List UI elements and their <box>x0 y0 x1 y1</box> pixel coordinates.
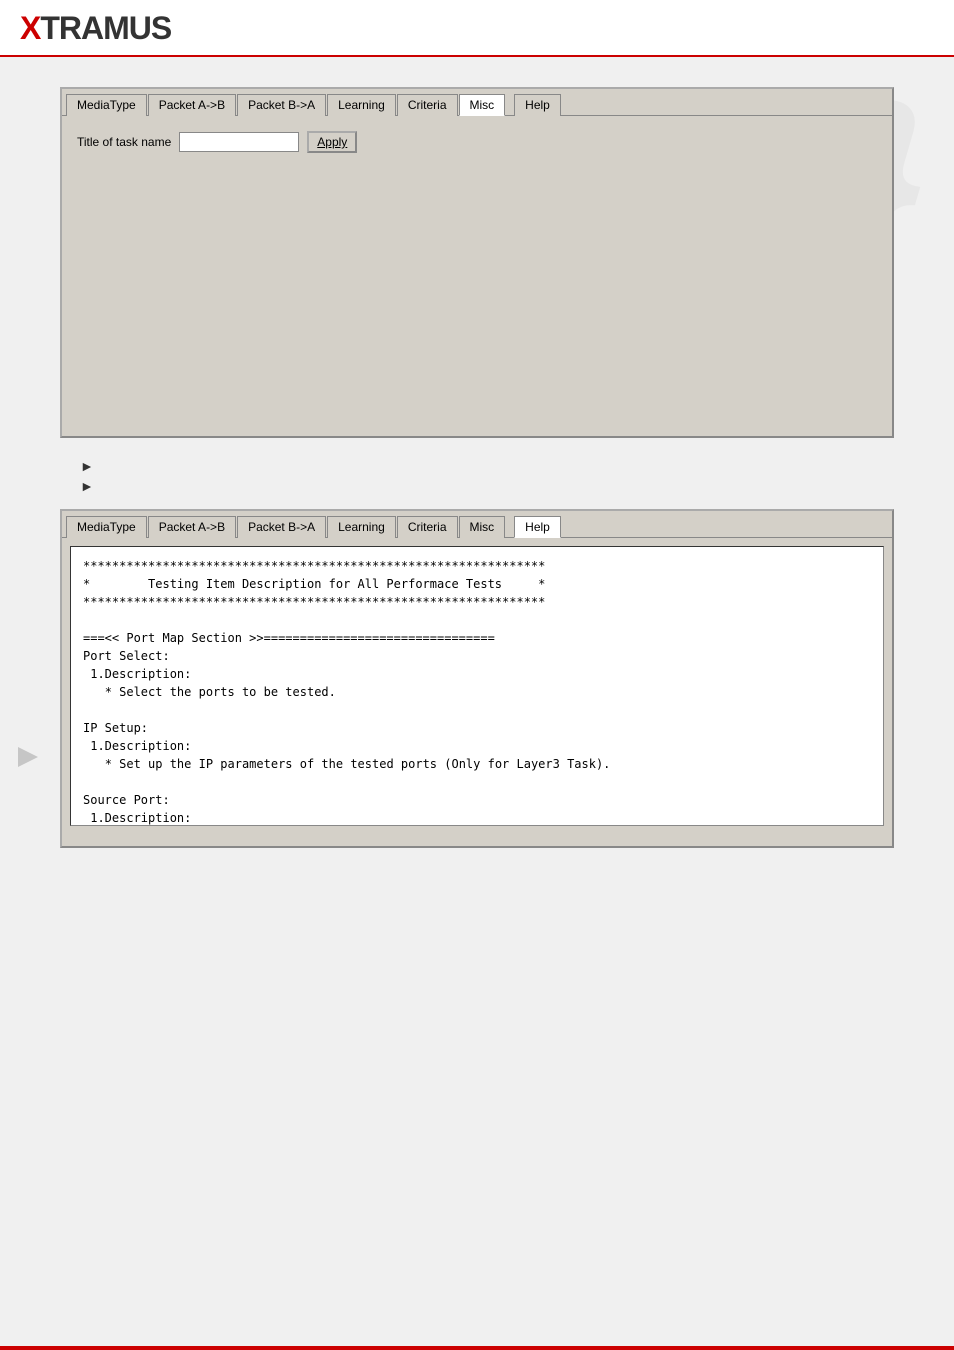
help-line-12: * Set up the IP parameters of the tested… <box>83 755 871 773</box>
task-name-row: Title of task name Apply <box>77 131 877 153</box>
help-line-1: ****************************************… <box>83 557 871 575</box>
tab-packet-atob[interactable]: Packet A->B <box>148 94 236 116</box>
main-content: } MediaType Packet A->B Packet B->A Lear… <box>0 57 954 898</box>
panel-help: MediaType Packet A->B Packet B->A Learni… <box>60 509 894 848</box>
tab-bar-2: MediaType Packet A->B Packet B->A Learni… <box>62 511 892 538</box>
side-arrow-decoration <box>18 737 48 780</box>
tab-packet-atob-2[interactable]: Packet A->B <box>148 516 236 538</box>
tab-mediatype-2[interactable]: MediaType <box>66 516 147 538</box>
logo-text: TRAMUS <box>40 10 171 46</box>
panel-misc: MediaType Packet A->B Packet B->A Learni… <box>60 87 894 438</box>
apply-button[interactable]: Apply <box>307 131 357 153</box>
help-line-10: IP Setup: <box>83 719 871 737</box>
logo-x: X <box>20 10 40 46</box>
tab-packet-btoa[interactable]: Packet B->A <box>237 94 326 116</box>
help-content-area[interactable]: ****************************************… <box>70 546 884 826</box>
help-line-4 <box>83 611 871 629</box>
help-line-13 <box>83 773 871 791</box>
logo: XTRAMUS <box>20 10 171 47</box>
arrow-list: ► ► <box>80 458 894 494</box>
help-line-14: Source Port: <box>83 791 871 809</box>
panel-bottom-padding <box>62 834 892 846</box>
help-line-7: 1.Description: <box>83 665 871 683</box>
tab-criteria[interactable]: Criteria <box>397 94 458 116</box>
help-line-15: 1.Description: <box>83 809 871 826</box>
help-line-9 <box>83 701 871 719</box>
help-line-5: ===<< Port Map Section >>===============… <box>83 629 871 647</box>
tab-help-2[interactable]: Help <box>514 516 561 538</box>
tab-help[interactable]: Help <box>514 94 561 116</box>
help-line-8: * Select the ports to be tested. <box>83 683 871 701</box>
tab-packet-btoa-2[interactable]: Packet B->A <box>237 516 326 538</box>
help-line-2: * Testing Item Description for All Perfo… <box>83 575 871 593</box>
panel-misc-body: Title of task name Apply <box>62 116 892 436</box>
tab-learning-2[interactable]: Learning <box>327 516 396 538</box>
tab-bar-1: MediaType Packet A->B Packet B->A Learni… <box>62 89 892 116</box>
tab-misc[interactable]: Misc <box>459 94 506 116</box>
help-line-6: Port Select: <box>83 647 871 665</box>
bottom-border <box>0 1346 954 1350</box>
tab-learning[interactable]: Learning <box>327 94 396 116</box>
help-line-3: ****************************************… <box>83 593 871 611</box>
task-name-label: Title of task name <box>77 135 171 149</box>
help-line-11: 1.Description: <box>83 737 871 755</box>
task-name-input[interactable] <box>179 132 299 152</box>
header: XTRAMUS <box>0 0 954 57</box>
arrow-item-1: ► <box>80 458 894 474</box>
arrow-item-2: ► <box>80 478 894 494</box>
tab-mediatype[interactable]: MediaType <box>66 94 147 116</box>
tab-misc-2[interactable]: Misc <box>459 516 506 538</box>
tab-criteria-2[interactable]: Criteria <box>397 516 458 538</box>
arrow-bullet-icon-1: ► <box>80 458 94 474</box>
arrow-bullet-icon-2: ► <box>80 478 94 494</box>
